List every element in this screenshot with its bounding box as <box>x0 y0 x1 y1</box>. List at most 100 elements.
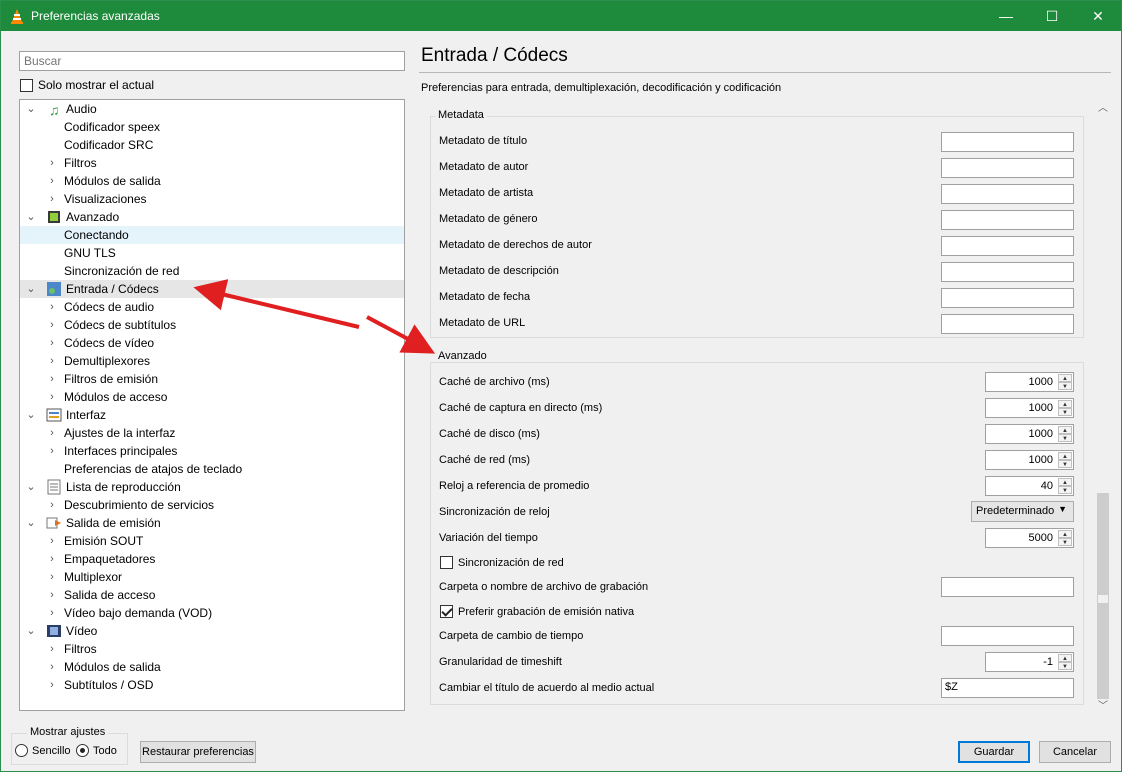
chevron-right-icon[interactable]: › <box>45 568 59 586</box>
chevron-right-icon[interactable]: › <box>45 388 59 406</box>
tree-item[interactable]: › Filtros <box>20 640 404 658</box>
spin-up-icon[interactable]: ▲ <box>1058 654 1072 662</box>
tree-category[interactable]: ⌄ Lista de reproducción <box>20 478 404 496</box>
chevron-down-icon[interactable]: ⌄ <box>24 478 38 496</box>
metadata-field-input[interactable] <box>941 288 1074 308</box>
maximize-button[interactable]: ☐ <box>1029 1 1075 31</box>
chevron-down-icon[interactable]: ⌄ <box>24 514 38 532</box>
tree-item[interactable]: › Demultiplexores <box>20 352 404 370</box>
only-current-row[interactable]: Solo mostrar el actual <box>20 78 154 92</box>
settings-scrollbar[interactable]: ︿ ﹀ <box>1095 99 1111 715</box>
netsync-row[interactable]: Sincronización de red <box>440 556 564 569</box>
tree-category[interactable]: ⌄ Vídeo <box>20 622 404 640</box>
network-cache-spinbox[interactable]: 1000 ▲ ▼ <box>985 450 1074 470</box>
tree-item[interactable]: › Ajustes de la interfaz <box>20 424 404 442</box>
tree-item[interactable]: › Salida de acceso <box>20 586 404 604</box>
metadata-field-input[interactable] <box>941 262 1074 282</box>
chevron-right-icon[interactable]: › <box>45 370 59 388</box>
chevron-right-icon[interactable]: › <box>45 586 59 604</box>
metadata-field-input[interactable] <box>941 236 1074 256</box>
chevron-right-icon[interactable]: › <box>45 424 59 442</box>
tree-item[interactable]: › Interfaces principales <box>20 442 404 460</box>
spin-down-icon[interactable]: ▼ <box>1058 486 1072 494</box>
tree-item[interactable]: › Códecs de subtítulos <box>20 316 404 334</box>
spin-up-icon[interactable]: ▲ <box>1058 452 1072 460</box>
chevron-down-icon[interactable]: ⌄ <box>24 100 38 118</box>
scroll-up-icon[interactable]: ︿ <box>1095 101 1111 117</box>
chevron-right-icon[interactable]: › <box>45 640 59 658</box>
chevron-right-icon[interactable]: › <box>45 154 59 172</box>
tree-item[interactable]: › Descubrimiento de servicios <box>20 496 404 514</box>
clock-ref-spinbox[interactable]: 40 ▲ ▼ <box>985 476 1074 496</box>
chevron-right-icon[interactable]: › <box>45 550 59 568</box>
spin-down-icon[interactable]: ▼ <box>1058 538 1072 546</box>
spin-down-icon[interactable]: ▼ <box>1058 408 1072 416</box>
record-path-input[interactable] <box>941 577 1074 597</box>
simple-radio-row[interactable]: Sencillo <box>15 744 71 757</box>
tree-item[interactable]: Preferencias de atajos de teclado <box>20 460 404 478</box>
timeshift-gran-spinbox[interactable]: -1 ▲ ▼ <box>985 652 1074 672</box>
live-cache-spinbox[interactable]: 1000 ▲ ▼ <box>985 398 1074 418</box>
metadata-field-input[interactable] <box>941 132 1074 152</box>
metadata-field-input[interactable] <box>941 210 1074 230</box>
only-current-checkbox[interactable] <box>20 78 33 92</box>
metadata-field-input[interactable] <box>941 184 1074 204</box>
chevron-down-icon[interactable]: ⌄ <box>24 406 38 424</box>
search-input[interactable] <box>19 51 405 71</box>
minimize-button[interactable]: — <box>983 1 1029 31</box>
chevron-right-icon[interactable]: › <box>45 604 59 622</box>
tree-item[interactable]: › Módulos de salida <box>20 172 404 190</box>
file-cache-spinbox[interactable]: 1000 ▲ ▼ <box>985 372 1074 392</box>
tree-item[interactable]: Codificador speex <box>20 118 404 136</box>
disc-cache-spinbox[interactable]: 1000 ▲ ▼ <box>985 424 1074 444</box>
tree-category[interactable]: ⌄ Entrada / Códecs <box>20 280 404 298</box>
tree-item[interactable]: › Filtros <box>20 154 404 172</box>
title-change-input[interactable]: $Z <box>941 678 1074 698</box>
tree-item[interactable]: › Códecs de vídeo <box>20 334 404 352</box>
spin-up-icon[interactable]: ▲ <box>1058 400 1072 408</box>
chevron-right-icon[interactable]: › <box>45 442 59 460</box>
spin-up-icon[interactable]: ▲ <box>1058 426 1072 434</box>
tree-item[interactable]: › Códecs de audio <box>20 298 404 316</box>
spin-down-icon[interactable]: ▼ <box>1058 662 1072 670</box>
simple-radio[interactable] <box>15 744 28 757</box>
clock-sync-combobox[interactable]: Predeterminado ▼ <box>971 501 1074 522</box>
spin-up-icon[interactable]: ▲ <box>1058 374 1072 382</box>
tree-item[interactable]: › Multiplexor <box>20 568 404 586</box>
tree-item[interactable]: › Emisión SOUT <box>20 532 404 550</box>
netsync-checkbox[interactable] <box>440 556 453 569</box>
spin-down-icon[interactable]: ▼ <box>1058 382 1072 390</box>
tree-item[interactable]: Codificador SRC <box>20 136 404 154</box>
chevron-right-icon[interactable]: › <box>45 352 59 370</box>
all-radio[interactable] <box>76 744 89 757</box>
cancel-button[interactable]: Cancelar <box>1039 741 1111 763</box>
tree-category[interactable]: ⌄ Salida de emisión <box>20 514 404 532</box>
chevron-right-icon[interactable]: › <box>45 532 59 550</box>
category-tree[interactable]: ⌄ ♫ Audio Codificador speex Codificador SRC ›… <box>19 99 405 711</box>
settings-scroll-area[interactable]: Metadata Metadato de título Metadato de a… <box>419 99 1111 715</box>
tree-item[interactable]: › Visualizaciones <box>20 190 404 208</box>
tree-category[interactable]: ⌄ Avanzado <box>20 208 404 226</box>
spin-up-icon[interactable]: ▲ <box>1058 530 1072 538</box>
tree-item[interactable]: › Subtítulos / OSD <box>20 676 404 694</box>
chevron-right-icon[interactable]: › <box>45 334 59 352</box>
spin-down-icon[interactable]: ▼ <box>1058 434 1072 442</box>
chevron-down-icon[interactable]: ⌄ <box>24 280 38 298</box>
tree-item[interactable]: › Empaquetadores <box>20 550 404 568</box>
tree-category[interactable]: ⌄ ♫ Audio <box>20 100 404 118</box>
close-button[interactable]: ✕ <box>1075 1 1121 31</box>
tree-item[interactable]: › Módulos de salida <box>20 658 404 676</box>
reset-preferences-button[interactable]: Restaurar preferencias <box>140 741 256 763</box>
scroll-down-icon[interactable]: ﹀ <box>1095 699 1111 715</box>
chevron-right-icon[interactable]: › <box>45 676 59 694</box>
tree-item[interactable]: Conectando <box>20 226 404 244</box>
title-bar[interactable]: Preferencias avanzadas — ☐ ✕ <box>1 1 1121 31</box>
tree-item[interactable]: GNU TLS <box>20 244 404 262</box>
chevron-right-icon[interactable]: › <box>45 658 59 676</box>
native-record-checkbox[interactable] <box>440 605 453 618</box>
chevron-right-icon[interactable]: › <box>45 316 59 334</box>
chevron-right-icon[interactable]: › <box>45 190 59 208</box>
tree-item[interactable]: › Vídeo bajo demanda (VOD) <box>20 604 404 622</box>
chevron-right-icon[interactable]: › <box>45 496 59 514</box>
chevron-down-icon[interactable]: ⌄ <box>24 622 38 640</box>
